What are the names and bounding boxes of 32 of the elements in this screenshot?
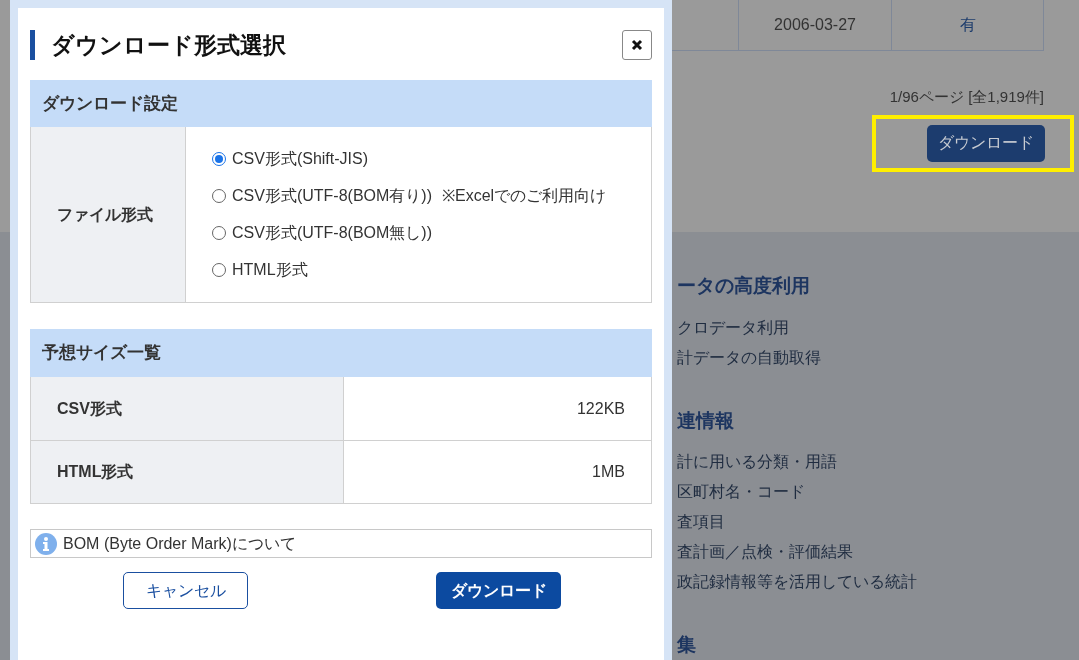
format-radio[interactable]: CSV形式(Shift-JIS) [212, 146, 607, 172]
pagination-text: 1/96ページ [全1,919件] [889, 87, 1044, 107]
dialog-title: ダウンロード形式選択 [30, 30, 286, 60]
sidebar-link[interactable]: 計データの自動取得 [677, 342, 1079, 373]
format-radio[interactable]: CSV形式(UTF-8(BOM有り)) ※Excelでのご利用向け [212, 183, 607, 209]
info-link[interactable]: BOM (Byte Order Mark)について [30, 529, 652, 558]
table-cell-text: 1MB [591, 462, 626, 482]
sidebar-link[interactable]: 政記録情報等を活用している統計 [677, 567, 1079, 597]
format-radio[interactable]: HTML形式 [212, 257, 607, 283]
sidebar-link[interactable]: 区町村名・コード [677, 477, 1079, 507]
section-heading: 連情報 [677, 408, 735, 433]
section-heading: 集 [677, 633, 697, 657]
table-cell: 2006-03-27 [739, 0, 892, 50]
sidebar-link[interactable]: 査項目 [677, 507, 1079, 537]
close-icon [631, 39, 643, 51]
sidebar-link[interactable]: 査計画／点検・評価結果 [677, 537, 1079, 567]
close-button[interactable] [622, 30, 652, 60]
table-cell: CSV形式 [31, 377, 344, 440]
row-label: ファイル形式 [31, 127, 186, 302]
format-radio[interactable]: CSV形式(UTF-8(BOM無し)) [212, 220, 607, 246]
info-icon [35, 532, 57, 555]
section-header: 予想サイズ一覧 [30, 329, 652, 377]
section-heading: ータの高度利用 [677, 274, 811, 298]
download-button[interactable]: ダウンロード [927, 124, 1045, 162]
sidebar-link[interactable]: クロデータ利用 [677, 312, 1079, 343]
download-button[interactable]: ダウンロード [436, 572, 561, 609]
table-cell-text: 122KB [575, 398, 626, 419]
section-header: ダウンロード設定 [30, 80, 652, 127]
sidebar-link[interactable]: 計に用いる分類・用語 [677, 447, 1079, 477]
cancel-button[interactable]: キャンセル [123, 572, 248, 609]
table-cell: HTML形式 [31, 441, 344, 503]
table-cell-text: 有 [958, 15, 977, 35]
